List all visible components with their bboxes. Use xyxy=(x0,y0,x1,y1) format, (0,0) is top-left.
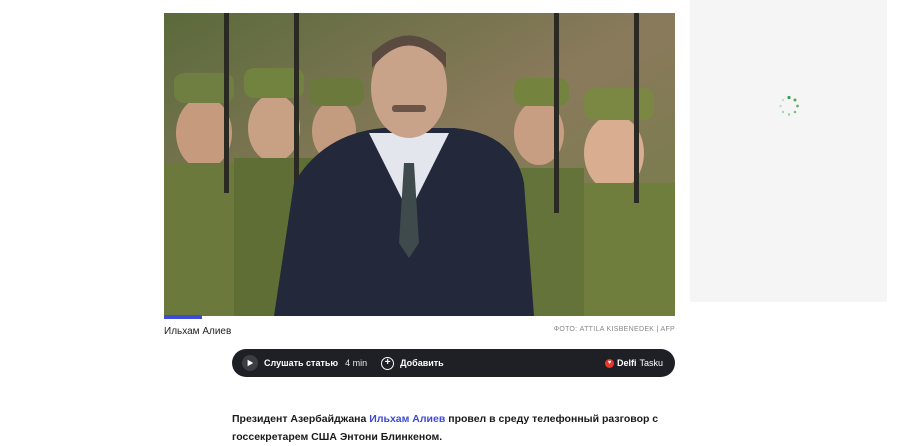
plus-circle-icon: + xyxy=(381,356,395,370)
sidebar-ad-slot xyxy=(690,0,887,302)
delfi-tasku-link[interactable]: ♥ Delfi Tasku xyxy=(604,358,663,368)
article-action-bar: Слушать статью 4 min + Добавить ♥ Delfi … xyxy=(232,349,675,377)
delfi-logo-icon: ♥ xyxy=(604,358,614,368)
listen-play-button[interactable] xyxy=(242,355,258,371)
audio-duration: 4 min xyxy=(345,358,368,368)
article-hero-image xyxy=(164,13,675,316)
image-progress-indicator xyxy=(164,315,202,319)
brand-name: Delfi xyxy=(616,358,637,368)
play-icon xyxy=(247,359,254,367)
photo-credit: ФОТО: ATTILA KISBENEDEK | AFP xyxy=(553,326,675,333)
add-to-list-button[interactable]: + Добавить xyxy=(381,356,444,370)
brand-product: Tasku xyxy=(639,358,663,368)
image-caption: Ильхам Алиев xyxy=(164,326,232,337)
hero-photo xyxy=(164,13,675,316)
listen-article-label[interactable]: Слушать статью xyxy=(264,358,338,368)
article-lead-paragraph: Президент Азербайджана Ильхам Алиев пров… xyxy=(232,410,672,446)
add-label: Добавить xyxy=(400,358,444,368)
loading-spinner-icon xyxy=(779,95,799,116)
lead-text-prefix: Президент Азербайджана xyxy=(232,413,370,425)
lead-person-link[interactable]: Ильхам Алиев xyxy=(369,413,445,425)
